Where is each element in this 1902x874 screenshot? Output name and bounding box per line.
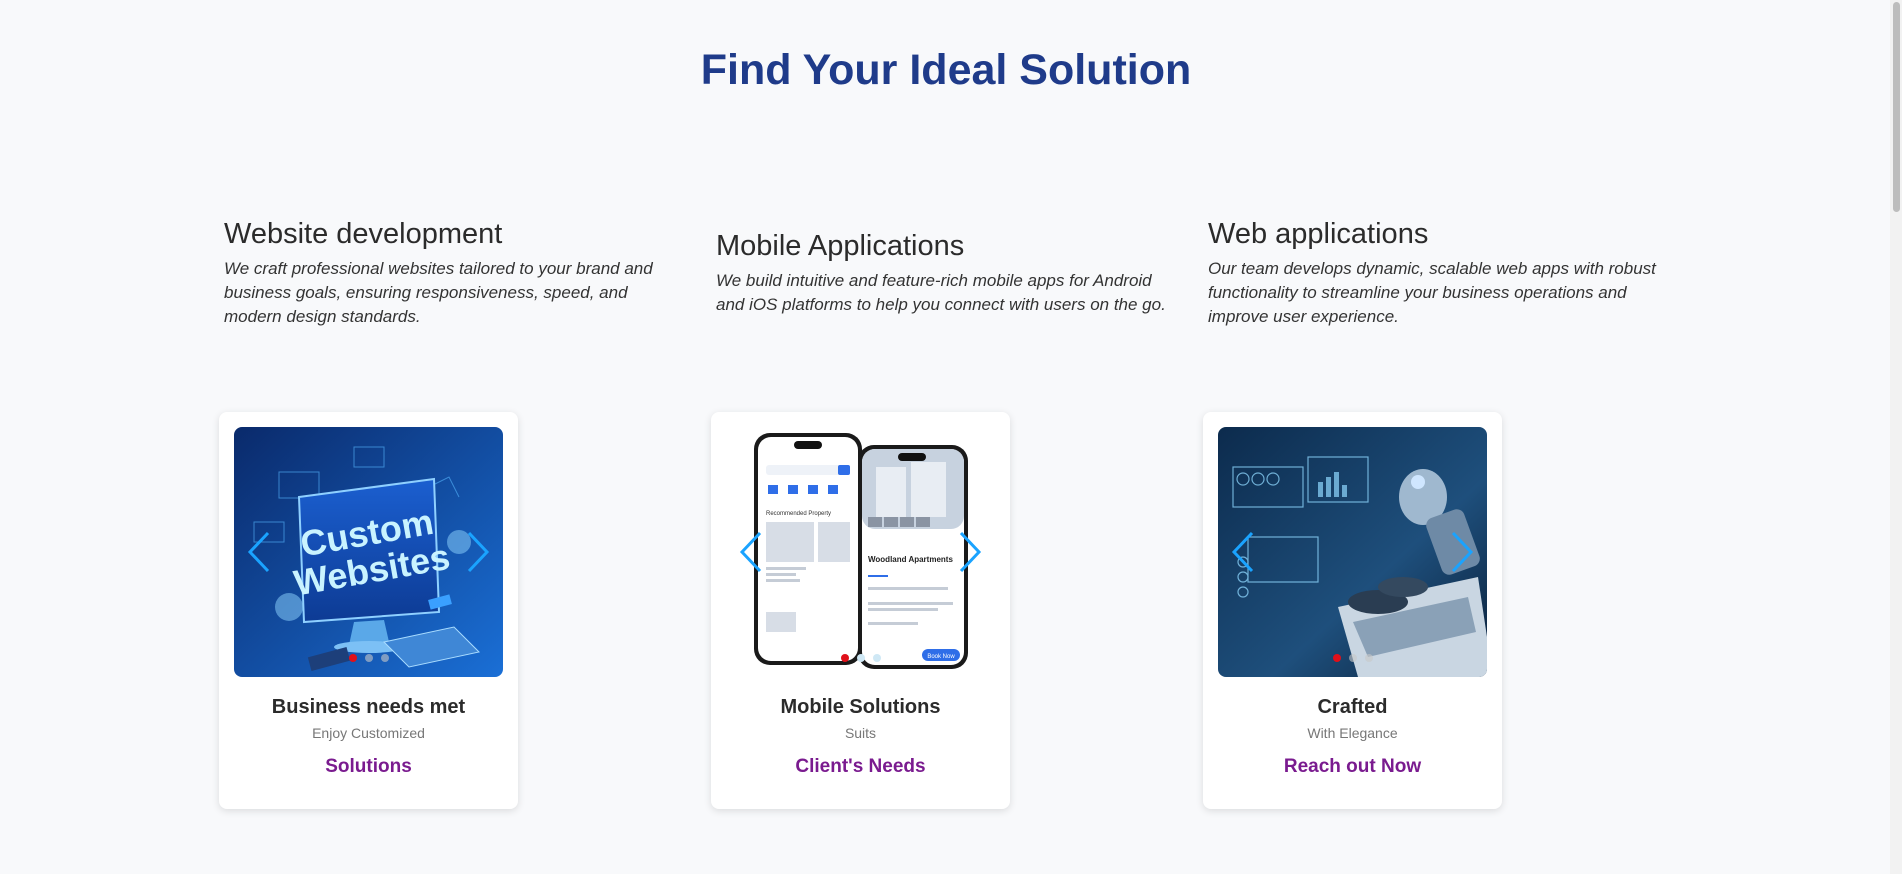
carousel-dot[interactable] xyxy=(364,654,373,662)
carousel-dot[interactable] xyxy=(380,654,389,662)
card-business-needs: Custom Websites Business needs met Enjoy… xyxy=(219,412,518,809)
service-description: We build intuitive and feature-rich mobi… xyxy=(716,271,1166,314)
carousel-prev-button[interactable] xyxy=(242,527,276,577)
image-carousel[interactable]: Recommended Property Woodland Apartments… xyxy=(726,427,995,677)
page-scrollbar[interactable] xyxy=(1890,0,1902,874)
carousel-dot[interactable] xyxy=(1332,654,1341,662)
card-title: Crafted xyxy=(1317,696,1388,718)
service-web-applications: Web applications Our team develops dynam… xyxy=(1208,218,1658,329)
card-link-reach-out[interactable]: Reach out Now xyxy=(1203,756,1502,778)
carousel-dot[interactable] xyxy=(872,654,881,662)
image-carousel[interactable] xyxy=(1218,427,1487,677)
image-carousel[interactable]: Custom Websites xyxy=(234,427,503,677)
chevron-left-icon xyxy=(1231,531,1254,573)
phone-section-label: Recommended Property xyxy=(766,511,831,517)
phone-listing-title: Woodland Apartments xyxy=(868,555,953,564)
card-subtitle: With Elegance xyxy=(1307,725,1398,741)
page-title: Find Your Ideal Solution xyxy=(700,46,1192,94)
service-title: Website development xyxy=(224,218,503,250)
chevron-right-icon xyxy=(467,531,490,573)
carousel-next-button[interactable] xyxy=(461,527,495,577)
carousel-indicators xyxy=(726,654,995,662)
service-mobile-applications: Mobile Applications We build intuitive a… xyxy=(716,230,1166,317)
service-title: Web applications xyxy=(1208,218,1429,250)
carousel-next-button[interactable] xyxy=(1445,527,1479,577)
chevron-left-icon xyxy=(739,531,762,573)
card-link-clients-needs[interactable]: Client's Needs xyxy=(711,756,1010,778)
service-description: Our team develops dynamic, scalable web … xyxy=(1208,259,1656,326)
card-subtitle: Suits xyxy=(844,725,877,741)
carousel-dot[interactable] xyxy=(348,654,357,662)
service-website-development: Website development We craft professiona… xyxy=(224,218,674,329)
service-title: Mobile Applications xyxy=(716,230,965,262)
card-subtitle: Enjoy Customized xyxy=(312,725,425,741)
card-crafted: Crafted With Elegance Reach out Now xyxy=(1203,412,1502,809)
carousel-prev-button[interactable] xyxy=(734,527,768,577)
carousel-indicators xyxy=(234,654,503,662)
carousel-dot[interactable] xyxy=(840,654,849,662)
chevron-right-icon xyxy=(959,531,982,573)
carousel-indicators xyxy=(1218,654,1487,662)
carousel-dot[interactable] xyxy=(856,654,865,662)
carousel-next-button[interactable] xyxy=(953,527,987,577)
card-title: Mobile Solutions xyxy=(780,696,941,718)
carousel-dot[interactable] xyxy=(1364,654,1373,662)
chevron-left-icon xyxy=(247,531,270,573)
chevron-right-icon xyxy=(1451,531,1474,573)
card-mobile-solutions: Recommended Property Woodland Apartments… xyxy=(711,412,1010,809)
card-link-solutions[interactable]: Solutions xyxy=(219,756,518,778)
card-title: Business needs met xyxy=(271,696,466,718)
scrollbar-thumb[interactable] xyxy=(1893,2,1900,212)
service-description: We craft professional websites tailored … xyxy=(224,259,653,326)
carousel-prev-button[interactable] xyxy=(1226,527,1260,577)
carousel-dot[interactable] xyxy=(1348,654,1357,662)
